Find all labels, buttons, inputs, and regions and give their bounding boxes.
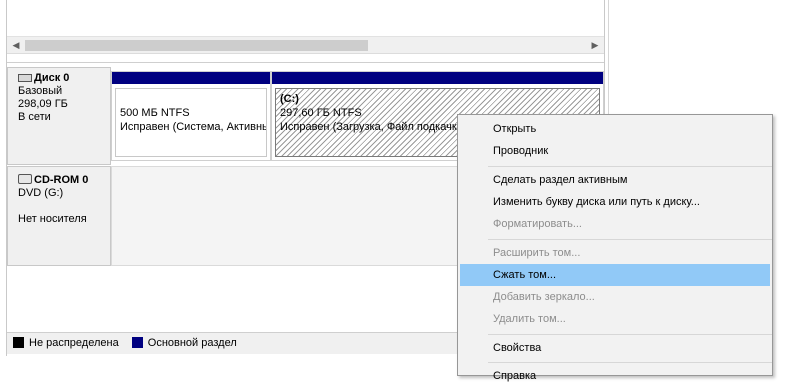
menu-separator	[488, 334, 772, 335]
partition-status: Исправен (Система, Активный, Основной ра…	[120, 121, 266, 133]
disk-name: Диск 0	[34, 72, 70, 84]
cdrom-0-label[interactable]: CD-ROM 0 DVD (G:) Нет носителя	[7, 166, 111, 266]
partition-system-reserved[interactable]: 500 МБ NTFS Исправен (Система, Активный,…	[111, 71, 271, 161]
menu-item-extend-volume: Расширить том...	[493, 247, 581, 259]
scroll-left-icon[interactable]: ◀	[11, 40, 21, 50]
partition-type-bar	[272, 72, 603, 84]
legend-label: Не распределена	[29, 337, 119, 349]
legend-swatch	[13, 337, 24, 348]
menu-item-properties[interactable]: Свойства	[460, 337, 770, 359]
disk-type: DVD (G:)	[18, 187, 64, 199]
disk-0-label[interactable]: Диск 0 Базовый 298,09 ГБ В сети	[7, 67, 111, 165]
volume-list[interactable]	[7, 0, 604, 36]
legend-swatch	[131, 337, 143, 348]
disk-type: Базовый	[18, 85, 63, 97]
legend-item-primary: Основной раздел	[131, 337, 237, 349]
disk-name: CD-ROM 0	[34, 174, 89, 186]
menu-item-delete-volume: Удалить том...	[493, 313, 566, 325]
menu-item-explorer[interactable]: Проводник	[460, 140, 770, 162]
disk-status: В сети	[18, 111, 51, 123]
menu-separator	[488, 362, 772, 363]
menu-item-change-drive-letter[interactable]: Изменить букву диска или путь к диску...	[460, 191, 770, 213]
menu-item-help[interactable]: Справка	[460, 365, 770, 387]
menu-separator	[488, 166, 772, 167]
scrollbar-thumb[interactable]	[25, 40, 368, 51]
disk-status: Нет носителя	[18, 213, 87, 225]
hard-disk-icon	[18, 74, 32, 82]
legend-item-unallocated: Не распределена	[13, 337, 119, 349]
menu-separator	[488, 239, 772, 240]
partition-body: 500 МБ NTFS Исправен (Система, Активный,…	[115, 88, 267, 157]
partition-size: 500 МБ NTFS	[120, 107, 190, 119]
disk-size: 298,09 ГБ	[18, 98, 68, 110]
horizontal-scrollbar[interactable]: ◀ ▶	[7, 36, 604, 54]
menu-item-add-mirror: Добавить зеркало...	[493, 291, 595, 303]
partition-label	[120, 92, 266, 106]
menu-item-mark-active[interactable]: Сделать раздел активным	[460, 169, 770, 191]
menu-item-shrink-volume[interactable]: Сжать том...	[460, 264, 770, 286]
cdrom-icon	[18, 174, 32, 184]
legend-label: Основной раздел	[147, 337, 237, 349]
menu-item-open[interactable]: Открыть	[460, 118, 770, 140]
context-menu: Открыть Проводник Сделать раздел активны…	[457, 114, 773, 382]
partition-label: (C:)	[280, 93, 299, 105]
menu-item-format: Форматировать...	[493, 218, 582, 230]
partition-type-bar	[112, 72, 270, 84]
scroll-right-icon[interactable]: ▶	[590, 40, 600, 50]
disk-size	[18, 200, 110, 213]
